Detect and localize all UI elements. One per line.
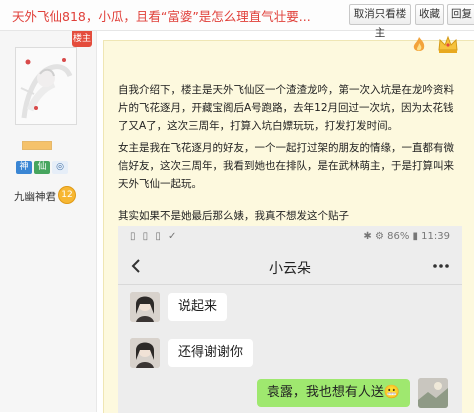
level-badge: 12 — [58, 186, 76, 204]
thread-header: 天外飞仙818，小瓜，且看“富婆”是怎么理直气壮要... 取消只看楼主 收藏 回… — [0, 0, 474, 39]
post-paragraph-3: 其实如果不是她最后那么婊，我真不想发这个贴子 — [118, 210, 349, 222]
post-paragraph-1: 自我介绍下，楼主是天外飞仙区一个渣渣龙吟，第一次入坑是在龙吟资料片的飞花逐月，开… — [118, 84, 454, 132]
contact-avatar — [130, 292, 160, 322]
message-bubble-received: 说起来 — [168, 293, 228, 321]
thread-title[interactable]: 天外飞仙818，小瓜，且看“富婆”是怎么理直气壮要... — [12, 6, 342, 25]
avatar[interactable] — [15, 47, 77, 125]
reply-button[interactable]: 回复 — [447, 4, 474, 25]
level-progress-fill — [23, 142, 51, 149]
contact-avatar — [130, 338, 160, 368]
post-body: 自我介绍下，楼主是天外飞仙区一个渣渣龙吟，第一次入坑是在龙吟资料片的飞花逐月，开… — [103, 40, 474, 413]
phone-status-bar: ▯ ▯ ▯ ✓ ✱ ⚙ 86% ▮ 11:39 — [118, 226, 462, 248]
author-profile: 楼主 神仙 ◎ 九幽神君 12 — [0, 31, 97, 412]
self-avatar — [418, 378, 448, 408]
avatar-image — [16, 48, 76, 124]
chat-screenshot[interactable]: ▯ ▯ ▯ ✓ ✱ ⚙ 86% ▮ 11:39 小云朵 说起来 还得谢谢你 袁露… — [118, 226, 462, 413]
badge-row: 神仙 ◎ — [16, 154, 70, 174]
badge-xian[interactable]: 仙 — [34, 161, 50, 174]
author-nickname[interactable]: 九幽神君 — [14, 189, 56, 204]
crown-icon — [437, 34, 459, 58]
status-left: ▯ ▯ ▯ ✓ — [130, 231, 179, 242]
message-bubble-received: 还得谢谢你 — [168, 339, 254, 367]
host-badge: 楼主 — [72, 31, 92, 47]
post-paragraph-2: 女主是我在飞花逐月的好友，一个一起打过架的朋友的情缘，一直都有微信好友，这次三周… — [118, 142, 454, 190]
badge-shen[interactable]: 神 — [16, 161, 32, 174]
message-bubble-sent: 袁露，我也想有人送😬 — [256, 379, 410, 407]
chat-title: 小云朵 — [269, 261, 311, 277]
level-progress-bar — [22, 141, 52, 150]
favorite-button[interactable]: 收藏 — [415, 4, 444, 25]
fire-icon — [410, 36, 428, 58]
badge-ring[interactable]: ◎ — [52, 161, 68, 174]
only-author-button[interactable]: 取消只看楼主 — [349, 4, 411, 39]
status-right: ✱ ⚙ 86% ▮ 11:39 — [363, 231, 450, 242]
more-icon — [432, 258, 450, 278]
chat-header: 小云朵 — [118, 250, 462, 285]
